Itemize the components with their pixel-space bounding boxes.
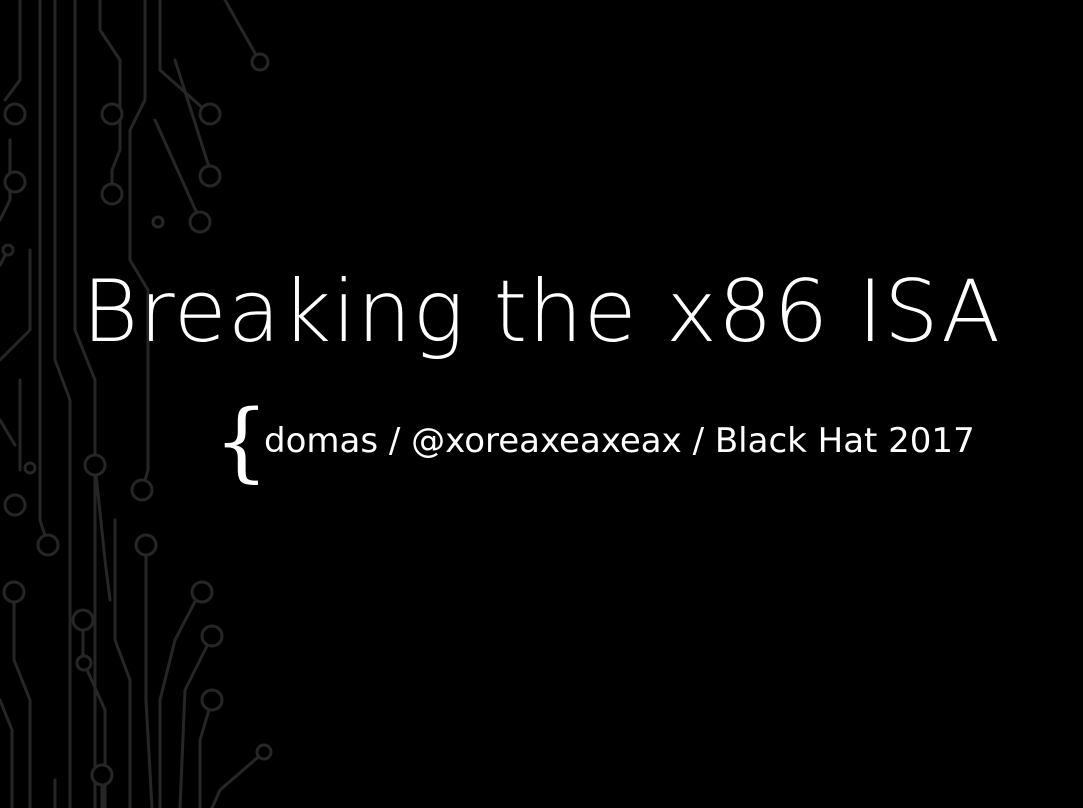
presentation-slide: Breaking the x86 ISA { domas / @xoreaxea…: [0, 0, 1083, 808]
slide-subtitle: domas / @xoreaxeaxeax / Black Hat 2017: [264, 421, 975, 461]
curly-brace-glyph: {: [214, 392, 269, 492]
slide-title: Breaking the x86 ISA: [81, 262, 1002, 362]
